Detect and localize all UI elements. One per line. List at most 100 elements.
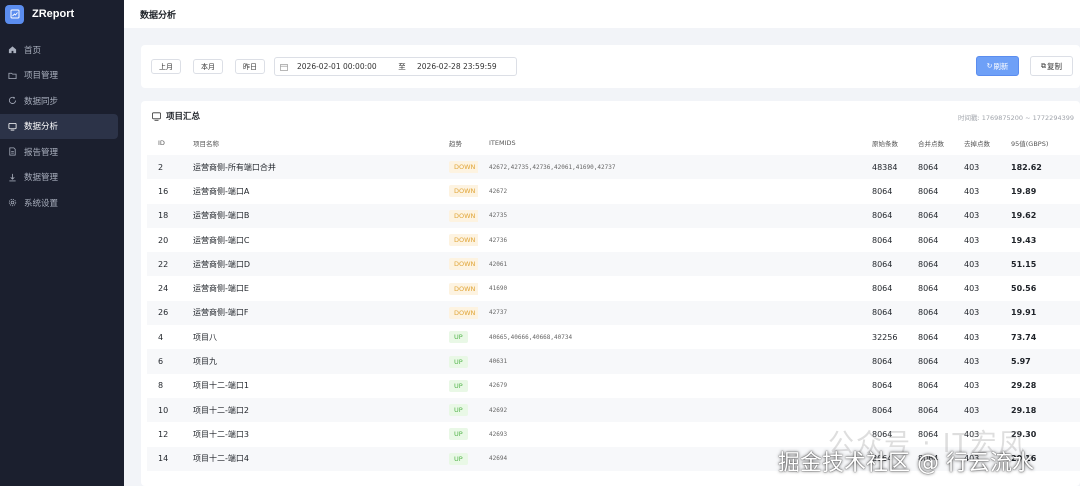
table-row[interactable]: 6 项目九 UP 40631 8064 8064 403 5.97 <box>147 349 1080 374</box>
table-row[interactable]: 4 项目八 UP 40665,40666,40668,40734 32256 8064 40… <box>147 325 1080 350</box>
cell-itemids: 42737 <box>489 309 508 317</box>
cell-itemids: 41690 <box>489 285 508 293</box>
copy-icon: ⧉ <box>1041 61 1046 70</box>
cell-merged: 8064 <box>918 284 939 294</box>
cell-itemids: 42736 <box>489 236 508 244</box>
page-title: 数据分析 <box>140 10 177 21</box>
sidebar-item-5[interactable]: 数据管理 <box>0 165 118 191</box>
sidebar-item-0[interactable]: 首页 <box>0 37 118 63</box>
topbar: 数据分析 <box>124 0 1080 28</box>
cell-name: 项目十二-端口2 <box>193 405 249 415</box>
sidebar-item-label: 系统设置 <box>24 198 59 209</box>
trend-badge: UP <box>449 379 468 392</box>
table-row[interactable]: 16 运营商侧-端口A DOWN 42672 8064 8064 403 19.89 <box>147 179 1080 204</box>
table-row[interactable]: 2 运营商侧-所有端口合并 DOWN 42672,42735,42736,42061,… <box>147 155 1080 180</box>
cell-id: 10 <box>158 405 169 415</box>
cell-id: 12 <box>158 429 169 439</box>
trend-badge: UP <box>449 331 468 344</box>
cell-name: 运营商侧-所有端口合并 <box>193 162 276 172</box>
cell-merged: 8064 <box>918 405 939 415</box>
cell-p95: 29.18 <box>1011 405 1037 415</box>
trend-badge: UP <box>449 404 468 417</box>
cell-name: 项目十二-端口3 <box>193 429 249 439</box>
column-header-p95[interactable]: 95值(GBPS) <box>1000 131 1080 155</box>
table-row[interactable]: 8 项目十二-端口1 UP 42679 8064 8064 403 29.28 <box>147 373 1080 398</box>
cell-trend: DOWN <box>438 155 478 179</box>
column-header-itemids[interactable]: ITEMIDS <box>478 131 861 155</box>
sidebar-item-label: 报告管理 <box>24 147 59 158</box>
copy-button[interactable]: ⧉ 复制 <box>1030 56 1073 76</box>
trend-badge: DOWN <box>449 185 478 198</box>
cell-p95: 29.30 <box>1011 429 1037 439</box>
sidebar-item-label: 数据同步 <box>24 96 59 107</box>
table-row[interactable]: 20 运营商侧-端口C DOWN 42736 8064 8064 403 19.43 <box>147 227 1080 253</box>
brand[interactable]: ZReport <box>0 0 124 28</box>
start-date-input[interactable]: 2026-02-01 00:00:00 <box>297 62 387 71</box>
trend-badge: DOWN <box>449 282 478 295</box>
cell-raw: 48384 <box>872 162 898 172</box>
column-header-name[interactable]: 项目名称 <box>182 131 438 155</box>
cell-name: 运营商侧-端口A <box>193 186 250 196</box>
cell-merged: 8064 <box>918 332 939 342</box>
cell-removed: 403 <box>964 259 980 269</box>
column-header-id[interactable]: ID <box>147 131 182 155</box>
cell-p95: 5.97 <box>1011 357 1031 367</box>
refresh-button[interactable]: ↻ 刷新 <box>976 56 1019 76</box>
refresh-icon: ↻ <box>986 62 993 70</box>
sidebar-item-2[interactable]: 数据同步 <box>0 88 118 114</box>
cell-merged: 8064 <box>918 186 939 196</box>
cell-raw: 8064 <box>872 454 893 464</box>
cell-trend: UP <box>438 349 478 373</box>
cell-trend: DOWN <box>438 228 478 252</box>
table-row[interactable]: 18 运营商侧-端口B DOWN 42735 8064 8064 403 19.62 <box>147 203 1080 228</box>
folder-icon <box>7 70 17 80</box>
cell-p95: 19.89 <box>1011 186 1037 196</box>
cell-itemids: 42694 <box>489 455 508 463</box>
trend-badge: UP <box>449 452 468 465</box>
table-row[interactable]: 26 运营商侧-端口F DOWN 42737 8064 8064 403 19.91 <box>147 300 1080 326</box>
trend-badge: DOWN <box>449 306 478 319</box>
trend-badge: DOWN <box>449 258 478 271</box>
sidebar-item-1[interactable]: 项目管理 <box>0 63 118 89</box>
sidebar-item-3[interactable]: 数据分析 <box>0 113 118 139</box>
date-range-picker[interactable]: 2026-02-01 00:00:00 至 2026-02-28 23:59:5… <box>274 57 517 76</box>
column-header-trend[interactable]: 趋势 <box>438 131 478 155</box>
column-header-merged[interactable]: 合并点数 <box>907 131 953 155</box>
table-row[interactable]: 12 项目十二-端口3 UP 42693 8064 8064 403 29.30 <box>147 422 1080 447</box>
cell-raw: 8064 <box>872 235 893 245</box>
time-range: 时间戳: 1769875200 ~ 1772294399 <box>957 114 1074 122</box>
table-row[interactable]: 22 运营商侧-端口D DOWN 42061 8064 8064 403 51.15 <box>147 252 1080 277</box>
sidebar-item-6[interactable]: 系统设置 <box>0 190 118 216</box>
cell-name: 项目八 <box>193 332 217 342</box>
column-header-removed[interactable]: 去掉点数 <box>953 131 1000 155</box>
cell-merged: 8064 <box>918 381 939 391</box>
download-icon <box>7 172 17 182</box>
sync-icon <box>7 96 17 106</box>
trend-badge: UP <box>449 355 468 368</box>
column-header-raw[interactable]: 原始条数 <box>861 131 907 155</box>
cell-id: 8 <box>158 381 164 391</box>
this-month-button[interactable]: 本月 <box>193 59 223 74</box>
yesterday-button[interactable]: 昨日 <box>235 59 265 74</box>
app-logo-icon <box>5 4 24 24</box>
table-row[interactable]: 10 项目十二-端口2 UP 42692 8064 8064 403 29.18 <box>147 397 1080 423</box>
table-row[interactable]: 14 项目十二-端口4 UP 42694 8064 8064 403 29.16 <box>147 446 1080 471</box>
cell-raw: 8064 <box>872 308 893 318</box>
cell-removed: 403 <box>964 186 980 196</box>
sidebar-item-label: 数据管理 <box>24 173 59 184</box>
table-row[interactable]: 24 运营商侧-端口E DOWN 41690 8064 8064 403 50.56 <box>147 276 1080 301</box>
cell-p95: 29.16 <box>1011 454 1037 464</box>
trend-badge: DOWN <box>449 161 478 174</box>
cell-id: 4 <box>158 332 164 342</box>
last-month-button[interactable]: 上月 <box>151 59 181 74</box>
cell-raw: 8064 <box>872 284 893 294</box>
cell-merged: 8064 <box>918 162 939 172</box>
cell-p95: 73.74 <box>1011 332 1037 342</box>
sidebar-item-4[interactable]: 报告管理 <box>0 139 118 165</box>
cell-merged: 8064 <box>918 259 939 269</box>
cell-itemids: 42693 <box>489 430 508 438</box>
end-date-input[interactable]: 2026-02-28 23:59:59 <box>417 62 516 71</box>
cell-id: 22 <box>158 259 169 269</box>
card-header: 项目汇总 时间戳: 1769875200 ~ 1772294399 <box>141 101 1080 131</box>
cell-itemids: 40665,40666,40668,40734 <box>489 333 573 341</box>
